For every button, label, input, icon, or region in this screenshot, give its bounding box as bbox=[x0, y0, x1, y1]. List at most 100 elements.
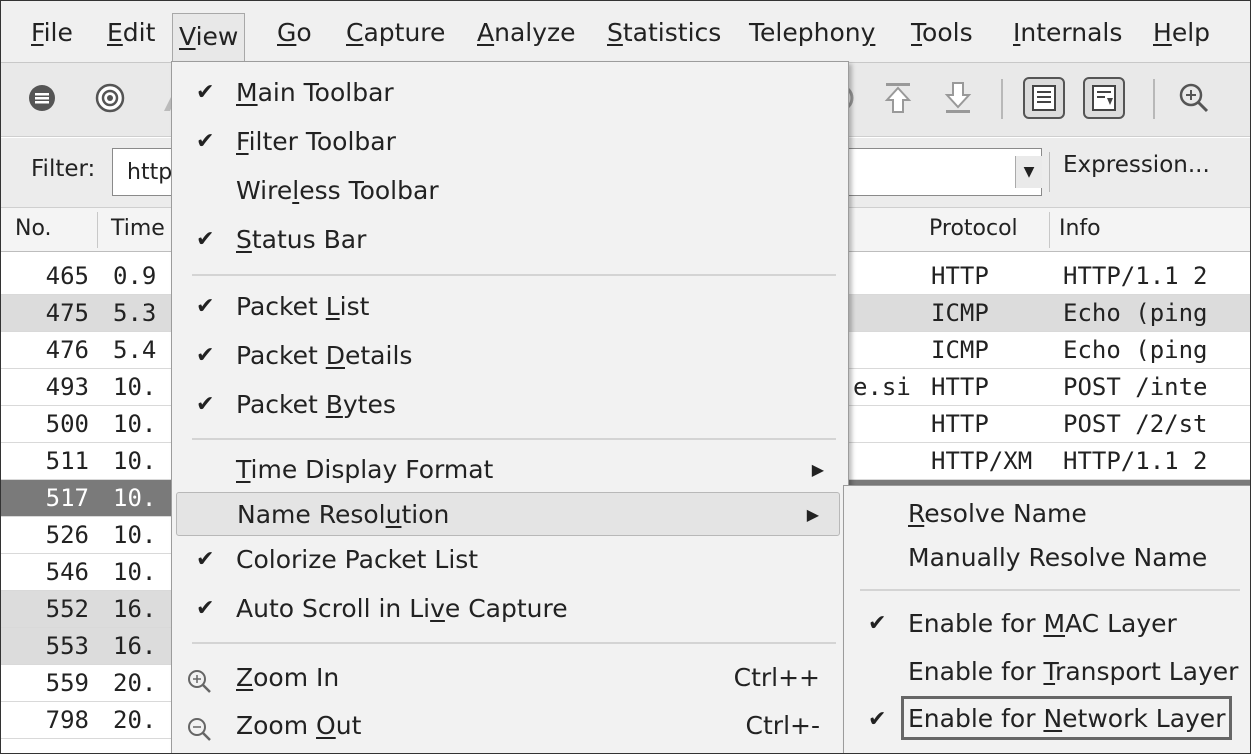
menu-statistics[interactable]: Statistics bbox=[601, 13, 727, 53]
cell-time: 10. bbox=[113, 447, 157, 475]
checkmark-icon: ✔ bbox=[196, 547, 215, 572]
cell-time: 16. bbox=[113, 632, 157, 660]
cell-no: 552 bbox=[45, 595, 89, 623]
cell-no: 546 bbox=[45, 558, 89, 586]
menu-file[interactable]: File bbox=[25, 13, 79, 53]
cell-time: 20. bbox=[113, 669, 157, 697]
view-menu-dropdown: ✔ Main Toolbar ✔ Filter Toolbar Wireless… bbox=[171, 61, 849, 753]
filter-separator bbox=[1049, 152, 1050, 192]
cell-time: 5.4 bbox=[113, 336, 157, 364]
shortcut-text: Ctrl++ bbox=[733, 663, 820, 692]
checkmark-icon: ✔ bbox=[196, 343, 215, 368]
menu-item-colorize-packet-list[interactable]: ✔ Colorize Packet List bbox=[172, 538, 848, 582]
checkmark-icon: ✔ bbox=[196, 596, 215, 621]
go-first-icon[interactable] bbox=[877, 77, 919, 119]
submenu-item-resolve-name[interactable]: Resolve Name bbox=[844, 492, 1250, 536]
wireshark-window: File Edit View Go Capture Analyze Statis… bbox=[0, 0, 1251, 754]
cell-protocol: ICMP bbox=[931, 336, 989, 364]
column-protocol[interactable]: Protocol bbox=[929, 216, 1018, 241]
menu-separator bbox=[192, 274, 836, 276]
colorize-icon[interactable] bbox=[1023, 77, 1065, 119]
menu-separator bbox=[192, 642, 836, 644]
submenu-item-manually-resolve-name[interactable]: Manually Resolve Name bbox=[844, 536, 1250, 580]
menu-help[interactable]: Help bbox=[1147, 13, 1216, 53]
menu-item-name-resolution[interactable]: Name Resolution ▶ bbox=[176, 492, 840, 536]
menu-item-packet-list[interactable]: ✔ Packet List bbox=[172, 285, 848, 329]
column-separator bbox=[1049, 212, 1050, 248]
menu-bar: File Edit View Go Capture Analyze Statis… bbox=[1, 1, 1250, 63]
menu-tools[interactable]: Tools bbox=[905, 13, 979, 53]
interfaces-icon[interactable] bbox=[21, 77, 63, 119]
cell-time: 10. bbox=[113, 558, 157, 586]
cell-time: 16. bbox=[113, 595, 157, 623]
column-info[interactable]: Info bbox=[1059, 216, 1101, 241]
filter-label: Filter: bbox=[31, 156, 96, 182]
menu-item-wireless-toolbar[interactable]: Wireless Toolbar bbox=[172, 169, 848, 213]
shortcut-text: Ctrl+- bbox=[745, 711, 820, 740]
menu-item-time-display-format[interactable]: Time Display Format ▶ bbox=[172, 448, 848, 492]
menu-item-zoom-out[interactable]: Zoom Out Ctrl+- bbox=[172, 704, 848, 748]
menu-item-filter-toolbar[interactable]: ✔ Filter Toolbar bbox=[172, 120, 848, 164]
cell-no: 559 bbox=[45, 669, 89, 697]
menu-telephony[interactable]: Telephony bbox=[743, 13, 881, 53]
checkmark-icon: ✔ bbox=[196, 80, 215, 105]
menu-item-status-bar[interactable]: ✔ Status Bar bbox=[172, 218, 848, 262]
cell-info: HTTP/1.1 2 bbox=[1063, 262, 1208, 290]
menu-edit[interactable]: Edit bbox=[101, 13, 161, 53]
menu-item-auto-scroll[interactable]: ✔ Auto Scroll in Live Capture bbox=[172, 587, 848, 631]
menu-internals[interactable]: Internals bbox=[1007, 13, 1128, 53]
checkmark-icon: ✔ bbox=[868, 611, 887, 636]
capture-options-icon[interactable] bbox=[89, 77, 131, 119]
menu-item-zoom-in[interactable]: Zoom In Ctrl++ bbox=[172, 656, 848, 700]
menu-item-packet-bytes[interactable]: ✔ Packet Bytes bbox=[172, 383, 848, 427]
cell-info: Echo (ping bbox=[1063, 299, 1208, 327]
cell-no: 798 bbox=[45, 706, 89, 734]
cell-protocol: HTTP/XM bbox=[931, 447, 1033, 475]
cell-protocol: HTTP bbox=[931, 410, 989, 438]
submenu-item-enable-network-layer[interactable]: ✔ Enable for Network Layer bbox=[844, 696, 1250, 742]
cell-protocol: ICMP bbox=[931, 299, 989, 327]
column-time[interactable]: Time bbox=[111, 216, 165, 241]
cell-info: POST /2/st bbox=[1063, 410, 1208, 438]
submenu-item-enable-transport-layer[interactable]: Enable for Transport Layer bbox=[844, 650, 1250, 694]
zoom-in-icon[interactable] bbox=[1173, 77, 1215, 119]
toolbar-separator bbox=[1153, 79, 1155, 119]
menu-separator bbox=[192, 438, 836, 440]
checkmark-icon: ✔ bbox=[868, 707, 887, 732]
menu-view[interactable]: View bbox=[172, 13, 246, 62]
cell-info: POST /inte bbox=[1063, 373, 1208, 401]
filter-dropdown-icon[interactable]: ▼ bbox=[1015, 156, 1042, 188]
cell-time: 10. bbox=[113, 373, 157, 401]
submenu-arrow-icon: ▶ bbox=[806, 505, 819, 524]
cell-time: 5.3 bbox=[113, 299, 157, 327]
cell-time: 10. bbox=[113, 484, 157, 512]
zoom-in-icon bbox=[186, 664, 212, 708]
cell-protocol: HTTP bbox=[931, 262, 989, 290]
menu-go[interactable]: Go bbox=[271, 13, 318, 53]
cell-no: 493 bbox=[45, 373, 89, 401]
checkmark-icon: ✔ bbox=[196, 129, 215, 154]
cell-no: 511 bbox=[45, 447, 89, 475]
cell-no: 553 bbox=[45, 632, 89, 660]
menu-analyze[interactable]: Analyze bbox=[471, 13, 582, 53]
auto-scroll-icon[interactable] bbox=[1083, 77, 1125, 119]
submenu-item-enable-mac-layer[interactable]: ✔ Enable for MAC Layer bbox=[844, 602, 1250, 646]
cell-no: 500 bbox=[45, 410, 89, 438]
menu-capture[interactable]: Capture bbox=[340, 13, 451, 53]
cell-time: 0.9 bbox=[113, 262, 157, 290]
menu-item-packet-details[interactable]: ✔ Packet Details bbox=[172, 334, 848, 378]
cell-time: 20. bbox=[113, 706, 157, 734]
cell-no: 465 bbox=[45, 262, 89, 290]
go-bottom-icon[interactable] bbox=[937, 77, 979, 119]
cell-protocol: HTTP bbox=[931, 373, 989, 401]
column-no[interactable]: No. bbox=[15, 216, 52, 241]
expression-button[interactable]: Expression... bbox=[1063, 152, 1210, 178]
checkmark-icon: ✔ bbox=[196, 392, 215, 417]
cell-no: 475 bbox=[45, 299, 89, 327]
column-separator bbox=[97, 212, 98, 248]
name-resolution-submenu: Resolve Name Manually Resolve Name ✔ Ena… bbox=[843, 485, 1250, 753]
toolbar-separator bbox=[1001, 79, 1003, 119]
cell-destination: e.si bbox=[853, 373, 911, 401]
cell-info: Echo (ping bbox=[1063, 336, 1208, 364]
menu-item-main-toolbar[interactable]: ✔ Main Toolbar bbox=[172, 71, 848, 115]
